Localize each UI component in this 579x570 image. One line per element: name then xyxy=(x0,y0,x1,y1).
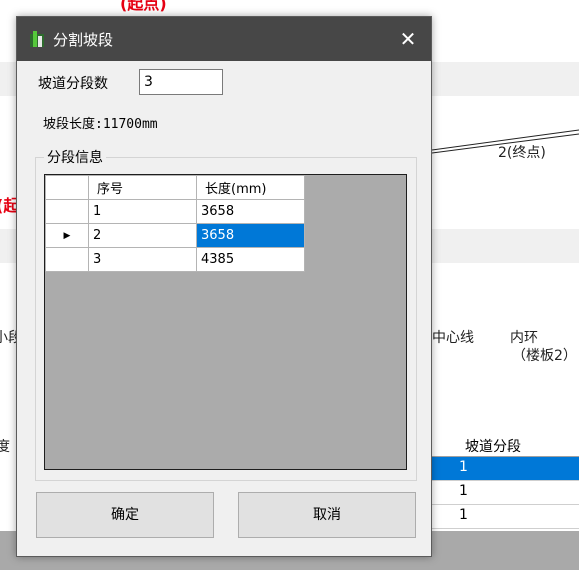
bg-table-row[interactable]: 1 xyxy=(432,481,579,505)
bg-end-point-label: 2(终点) xyxy=(498,145,546,161)
segment-count-label: 坡道分段数 xyxy=(38,76,108,92)
cell-index[interactable]: 1 xyxy=(88,199,197,224)
segment-count-input[interactable] xyxy=(139,69,223,95)
bg-floor-label: （楼板2） xyxy=(512,348,577,364)
bg-table-row[interactable]: 1 xyxy=(432,505,579,529)
table-row[interactable]: ▶ 2 3658 xyxy=(45,223,305,248)
split-slope-dialog: 分割坡段 ✕ 坡道分段数 坡段长度:11700mm 分段信息 序号 长度(mm)… xyxy=(16,16,432,557)
current-row-arrow-icon[interactable]: ▶ xyxy=(45,223,89,248)
segment-info-group-title: 分段信息 xyxy=(44,147,106,167)
dialog-title: 分割坡段 xyxy=(53,31,114,49)
bg-inner-ring-label: 内环 xyxy=(510,330,538,346)
cell-index[interactable]: 2 xyxy=(88,223,197,248)
cancel-button[interactable]: 取消 xyxy=(238,492,416,538)
segment-grid[interactable]: 序号 长度(mm) 1 3658 ▶ 2 3658 3 4385 xyxy=(44,174,407,470)
cell-length[interactable]: 4385 xyxy=(196,247,305,272)
row-header[interactable] xyxy=(45,199,89,224)
segment-info-group: 分段信息 序号 长度(mm) 1 3658 ▶ 2 3658 3 4385 xyxy=(35,147,417,481)
column-header-length[interactable]: 长度(mm) xyxy=(196,175,305,200)
grid-corner-cell[interactable] xyxy=(45,175,89,200)
bg-table-row[interactable]: 1 xyxy=(432,457,579,481)
table-row[interactable]: 3 4385 xyxy=(45,247,305,272)
bg-top-red-label: (起点) xyxy=(120,0,167,13)
ramp-app-icon xyxy=(30,31,44,47)
bg-ramp-segment-table: 坡道分段 1 1 1 xyxy=(431,433,579,529)
cell-length[interactable]: 3658 xyxy=(196,223,305,248)
column-header-index[interactable]: 序号 xyxy=(88,175,197,200)
ok-button[interactable]: 确定 xyxy=(36,492,214,538)
segment-length-text: 坡段长度:11700mm xyxy=(43,117,158,132)
bg-table-left-fragment: 度 xyxy=(0,439,10,455)
cell-index[interactable]: 3 xyxy=(88,247,197,272)
row-header[interactable] xyxy=(45,247,89,272)
table-row[interactable]: 1 3658 xyxy=(45,199,305,224)
grid-header-row: 序号 长度(mm) xyxy=(45,175,305,200)
bg-center-line-label: 中心线 xyxy=(432,330,474,346)
dialog-title-bar[interactable]: 分割坡段 ✕ xyxy=(17,17,431,61)
close-icon[interactable]: ✕ xyxy=(385,17,431,61)
bg-table-header: 坡道分段 xyxy=(432,433,579,457)
cell-length[interactable]: 3658 xyxy=(196,199,305,224)
